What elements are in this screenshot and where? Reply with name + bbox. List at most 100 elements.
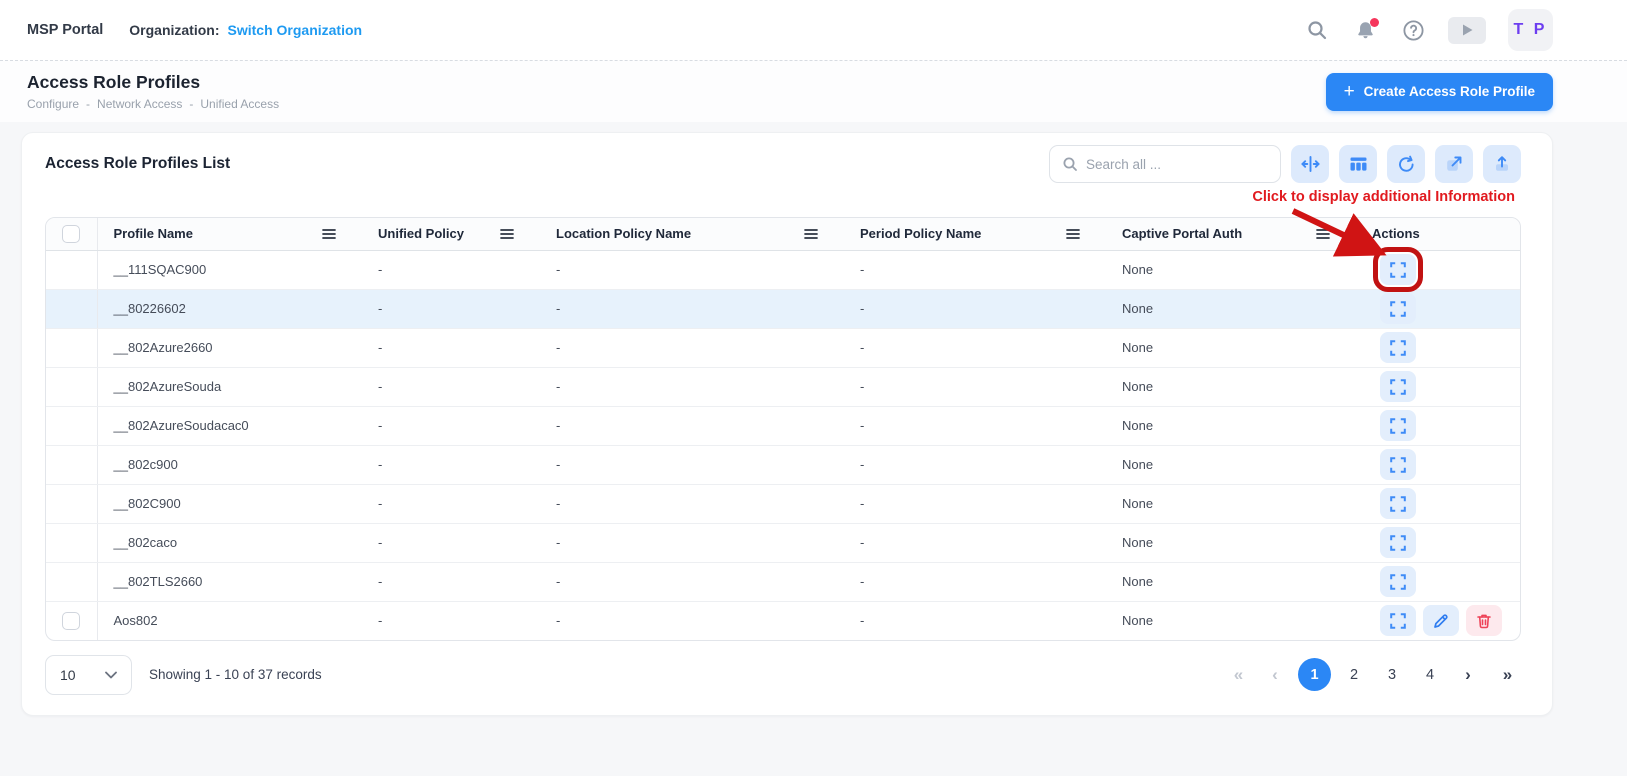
video-tour-icon[interactable] [1448,17,1486,44]
pager: « ‹ 1 2 3 4 › » [1222,658,1521,691]
create-access-role-profile-button[interactable]: + Create Access Role Profile [1326,73,1553,111]
expand-icon [1390,457,1406,473]
expand-icon [1390,418,1406,434]
expand-action-button[interactable] [1380,488,1416,519]
open-external-icon[interactable] [1435,145,1473,183]
table-row[interactable]: __80226602 - - - None [46,289,1521,328]
expand-action-button[interactable] [1380,410,1416,441]
notification-badge [1370,18,1379,27]
column-menu-icon[interactable] [804,228,818,240]
column-resize-icon[interactable] [1291,145,1329,183]
column-header-unified-policy[interactable]: Unified Policy [378,226,464,241]
cell-location-policy-name: - [540,406,844,445]
table-row[interactable]: __802c900 - - - None [46,445,1521,484]
table-row[interactable]: __802caco - - - None [46,523,1521,562]
cell-location-policy-name: - [540,328,844,367]
cell-unified-policy: - [362,484,540,523]
table-row[interactable]: __802AzureSouda - - - None [46,367,1521,406]
expand-icon [1390,379,1406,395]
breadcrumb-separator: - [86,97,90,111]
cell-location-policy-name: - [540,484,844,523]
cell-location-policy-name: - [540,250,844,289]
first-page-button[interactable]: « [1222,660,1252,690]
cell-profile-name: __111SQAC900 [97,250,362,289]
cell-captive-portal-auth: None [1106,289,1356,328]
search-box[interactable] [1049,145,1281,183]
column-menu-icon[interactable] [500,228,514,240]
breadcrumb: Configure - Network Access - Unified Acc… [27,97,279,111]
cell-location-policy-name: - [540,562,844,601]
refresh-icon[interactable] [1387,145,1425,183]
breadcrumb-separator: - [189,97,193,111]
switch-organization-link[interactable]: Switch Organization [228,22,363,38]
export-icon[interactable] [1483,145,1521,183]
expand-icon [1390,535,1406,551]
cell-profile-name: __802caco [97,523,362,562]
table-row[interactable]: Aos802 - - - None [46,601,1521,640]
cell-captive-portal-auth: None [1106,601,1356,640]
expand-action-button[interactable] [1380,527,1416,558]
edit-action-button[interactable] [1423,605,1459,636]
row-checkbox[interactable] [62,612,80,630]
table-row[interactable]: __802Azure2660 - - - None [46,328,1521,367]
records-summary: Showing 1 - 10 of 37 records [149,667,322,682]
expand-icon [1390,340,1406,356]
delete-action-button[interactable] [1466,605,1502,636]
table-row[interactable]: __802TLS2660 - - - None [46,562,1521,601]
profiles-table: Profile Name Unified Policy Location Pol… [45,217,1521,641]
column-header-period-policy-name[interactable]: Period Policy Name [860,226,981,241]
breadcrumb-item[interactable]: Network Access [97,97,182,111]
chevron-down-icon [105,671,117,679]
avatar[interactable]: T P [1508,9,1553,51]
expand-action-button[interactable] [1380,254,1416,285]
expand-action-button[interactable] [1380,332,1416,363]
page-button-1[interactable]: 1 [1298,658,1331,691]
cell-unified-policy: - [362,250,540,289]
cell-captive-portal-auth: None [1106,250,1356,289]
create-button-label: Create Access Role Profile [1364,84,1535,99]
card-title: Access Role Profiles List [45,155,230,173]
page-button-2[interactable]: 2 [1339,660,1369,690]
column-header-location-policy-name[interactable]: Location Policy Name [556,226,691,241]
expand-icon [1390,613,1406,629]
page-button-4[interactable]: 4 [1415,660,1445,690]
expand-action-button[interactable] [1380,371,1416,402]
breadcrumb-item[interactable]: Configure [27,97,79,111]
table-row[interactable]: __111SQAC900 - - - None [46,250,1521,289]
last-page-button[interactable]: » [1491,660,1521,690]
column-menu-icon[interactable] [1316,228,1330,240]
column-menu-icon[interactable] [1066,228,1080,240]
cell-unified-policy: - [362,445,540,484]
main-content: Access Role Profiles List [0,122,1627,716]
cell-unified-policy: - [362,523,540,562]
column-header-captive-portal-auth[interactable]: Captive Portal Auth [1122,226,1242,241]
cell-captive-portal-auth: None [1106,445,1356,484]
expand-icon [1390,262,1406,278]
column-header-profile-name[interactable]: Profile Name [114,226,193,241]
table-body: __111SQAC900 - - - None [46,250,1521,640]
cell-profile-name: Aos802 [97,601,362,640]
expand-action-button[interactable] [1380,449,1416,480]
cell-profile-name: __802Azure2660 [97,328,362,367]
breadcrumb-item[interactable]: Unified Access [200,97,279,111]
page-size-select[interactable]: 10 [45,655,132,695]
column-menu-icon[interactable] [322,228,336,240]
search-icon [1062,156,1078,172]
page-size-value: 10 [60,667,76,683]
search-icon[interactable] [1304,17,1330,43]
search-input[interactable] [1086,157,1270,172]
previous-page-button[interactable]: ‹ [1260,660,1290,690]
expand-action-button[interactable] [1380,566,1416,597]
expand-action-button[interactable] [1380,605,1416,636]
columns-icon[interactable] [1339,145,1377,183]
expand-action-button[interactable] [1380,293,1416,324]
next-page-button[interactable]: › [1453,660,1483,690]
table-row[interactable]: __802AzureSoudacac0 - - - None [46,406,1521,445]
notifications-bell-icon[interactable] [1352,17,1378,43]
cell-captive-portal-auth: None [1106,562,1356,601]
page-button-3[interactable]: 3 [1377,660,1407,690]
select-all-checkbox[interactable] [62,225,80,243]
cell-period-policy-name: - [844,289,1106,328]
table-row[interactable]: __802C900 - - - None [46,484,1521,523]
help-icon[interactable] [1400,17,1426,43]
